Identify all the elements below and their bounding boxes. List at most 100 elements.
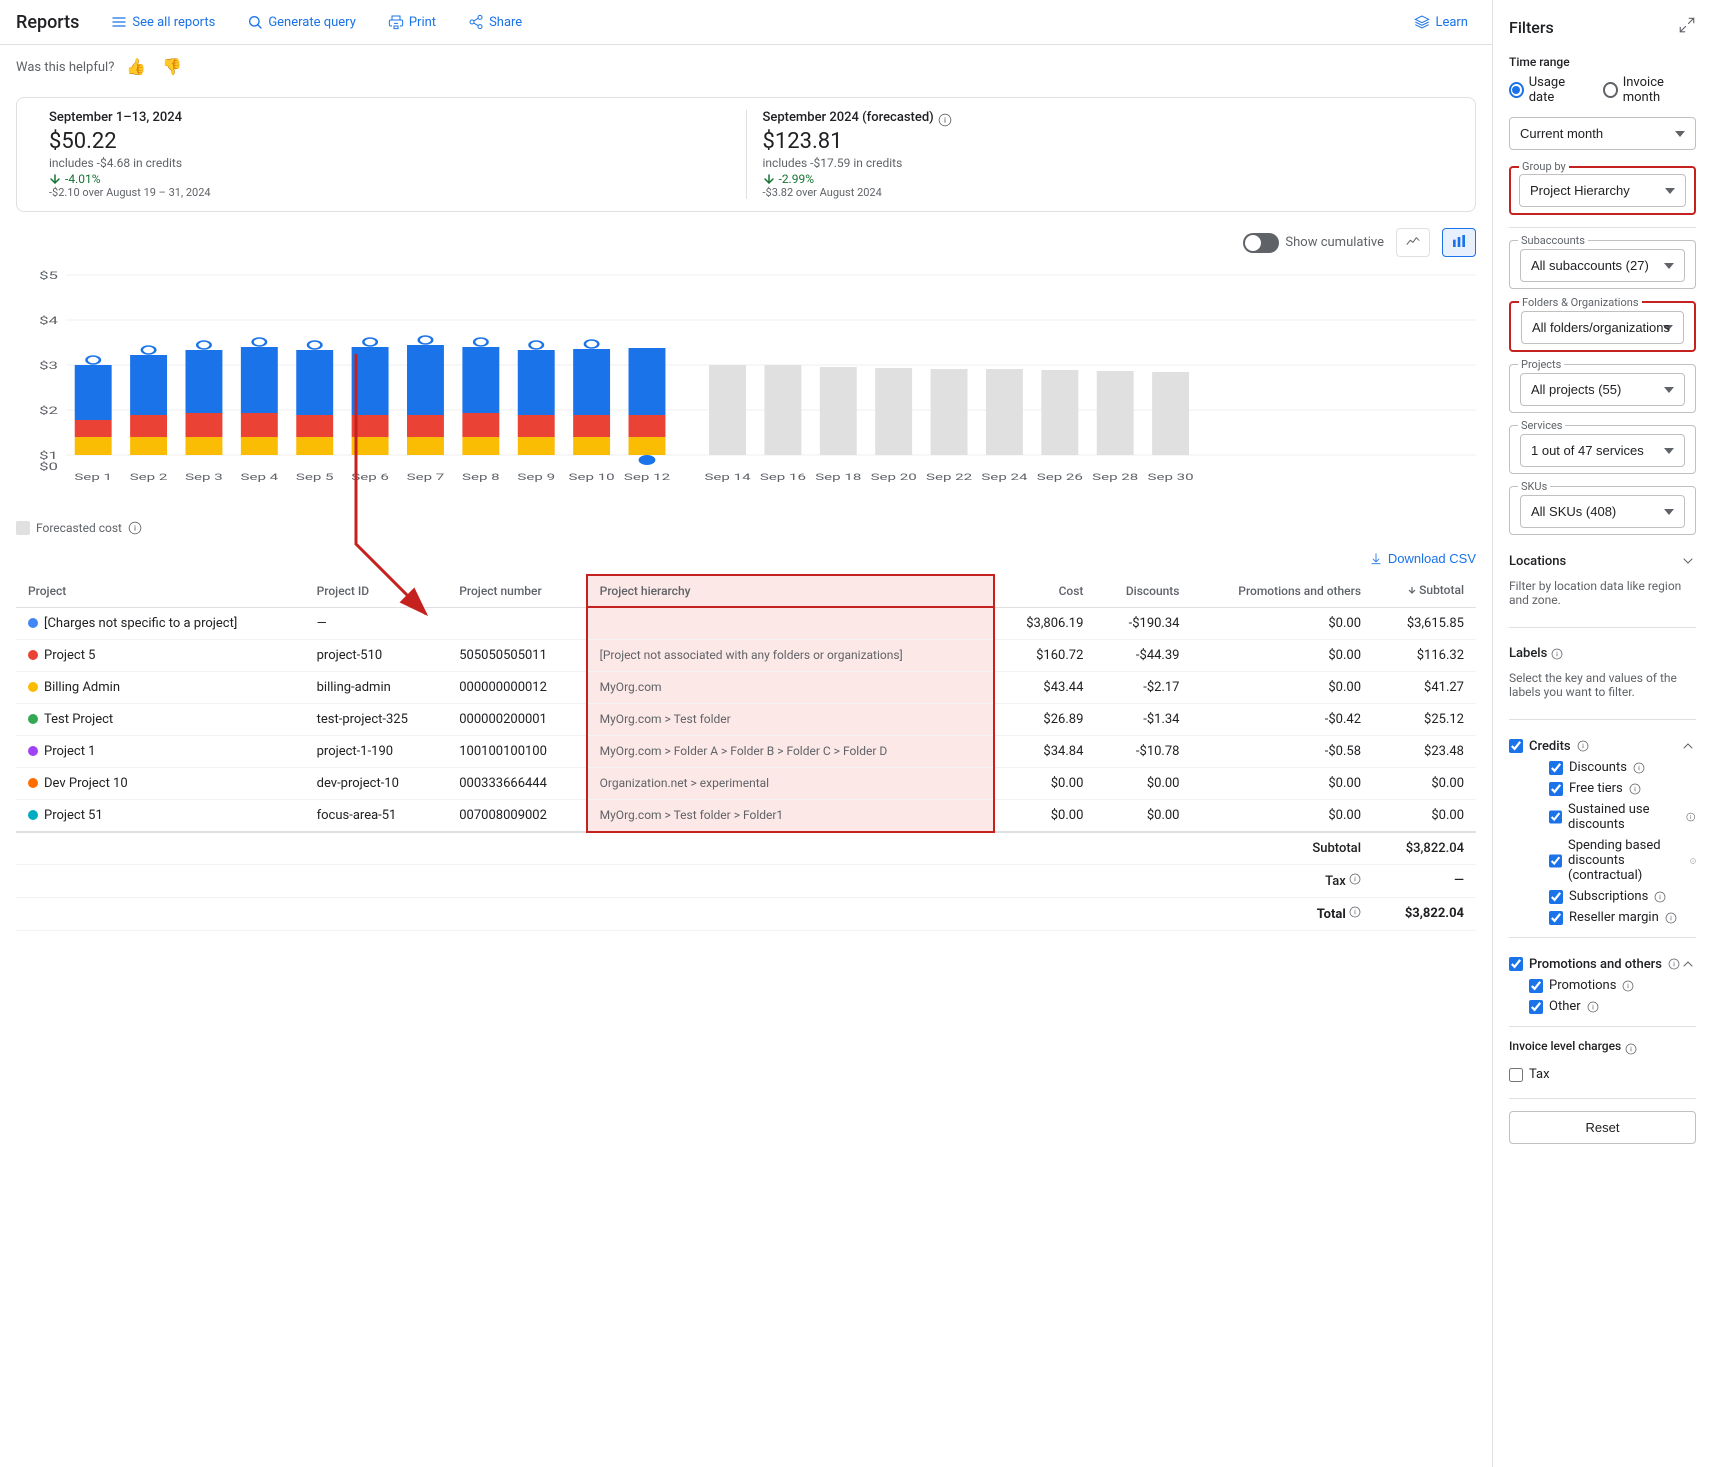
other-info-icon[interactable] (1587, 1001, 1599, 1013)
folders-select[interactable]: All folders/organizations (28) (1521, 311, 1684, 344)
promotions-chevron-up-icon (1680, 956, 1696, 972)
folders-label: Folders & Organizations (1519, 296, 1642, 309)
svg-text:$1: $1 (39, 450, 58, 462)
bar-chart-btn[interactable] (1442, 228, 1476, 257)
filters-title: Filters (1509, 18, 1554, 37)
current-month-group: Current month (1509, 117, 1696, 150)
col-subtotal: Subtotal (1373, 575, 1476, 607)
reseller-margin-checkbox[interactable] (1549, 911, 1563, 925)
forecasted-legend: Forecasted cost (0, 517, 1492, 543)
thumbs-down-button[interactable]: 👎 (158, 53, 186, 81)
tax-row: Tax — (16, 864, 1476, 897)
locations-accordion[interactable]: Locations (1509, 547, 1696, 575)
discounts-label: Discounts (1569, 760, 1627, 775)
usage-date-radio[interactable]: Usage date (1509, 75, 1587, 105)
query-icon (247, 14, 263, 30)
promotions-sub-checkbox[interactable] (1529, 979, 1543, 993)
print-link[interactable]: Print (380, 10, 444, 34)
download-icon (1369, 552, 1383, 566)
forecasted-summary-card: September 2024 (forecasted) $123.81 incl… (746, 110, 1460, 199)
skus-select[interactable]: All SKUs (408) (1520, 495, 1685, 528)
time-range-label: Time range (1509, 55, 1696, 69)
generate-query-link[interactable]: Generate query (239, 10, 364, 34)
discounts-checkbox[interactable] (1549, 761, 1563, 775)
current-month-select[interactable]: Current month (1509, 117, 1696, 150)
promotions-accordion[interactable]: Promotions and others (1509, 950, 1696, 978)
invoice-charges-info-icon[interactable] (1625, 1043, 1637, 1055)
free-tiers-label: Free tiers (1569, 781, 1623, 796)
free-tiers-checkbox[interactable] (1549, 782, 1563, 796)
tax-info-icon[interactable] (1349, 873, 1361, 885)
current-change-note: -$2.10 over August 19 – 31, 2024 (49, 186, 730, 199)
forecasted-amount: $123.81 (763, 129, 1444, 154)
forecasted-info-icon[interactable] (938, 113, 952, 127)
free-tiers-info-icon[interactable] (1629, 783, 1641, 795)
line-chart-btn[interactable] (1396, 228, 1430, 257)
sustained-use-info-icon[interactable] (1686, 811, 1696, 823)
time-range-section: Time range Usage date Invoice month Curr… (1509, 55, 1696, 150)
services-select[interactable]: 1 out of 47 services (1520, 434, 1685, 467)
labels-accordion[interactable]: Labels (1509, 640, 1696, 667)
thumbs-up-button[interactable]: 👍 (122, 53, 150, 81)
download-csv-button[interactable]: Download CSV (1369, 551, 1476, 566)
learn-link[interactable]: Learn (1406, 10, 1476, 34)
top-nav: Reports See all reports Generate query P… (0, 0, 1492, 45)
credits-checkbox[interactable] (1509, 739, 1523, 753)
forecasted-legend-info-icon[interactable] (128, 521, 142, 535)
table-actions: Download CSV (16, 543, 1476, 574)
promotions-sub-label: Promotions (1549, 978, 1616, 993)
svg-text:Sep 20: Sep 20 (871, 472, 917, 483)
show-cumulative-toggle[interactable]: Show cumulative (1243, 233, 1384, 253)
group-by-section: Group by Project Hierarchy (1509, 166, 1696, 215)
svg-text:Sep 8: Sep 8 (462, 472, 500, 483)
promotions-sub-row: Promotions (1529, 978, 1696, 993)
credits-checkbox-row: Credits (1509, 739, 1589, 754)
col-project: Project (16, 575, 305, 607)
reseller-margin-info-icon[interactable] (1665, 912, 1677, 924)
col-promotions: Promotions and others (1191, 575, 1373, 607)
discounts-sub-content: Free tiers Sustained use discounts Spend… (1529, 781, 1696, 925)
list-icon (111, 14, 127, 30)
labels-info-icon[interactable] (1551, 648, 1563, 660)
table-row: [Charges not specific to a project] — $3… (16, 607, 1476, 639)
spending-based-checkbox[interactable] (1549, 854, 1562, 868)
subaccounts-select[interactable]: All subaccounts (27) (1520, 249, 1685, 282)
subscriptions-row: Subscriptions (1549, 889, 1696, 904)
promotions-info-icon[interactable] (1668, 958, 1680, 970)
reset-button[interactable]: Reset (1509, 1111, 1696, 1144)
promotions-main-checkbox[interactable] (1509, 957, 1523, 971)
chart-controls: Show cumulative (0, 220, 1492, 265)
promotions-sub-info-icon[interactable] (1622, 980, 1634, 992)
invoice-month-radio[interactable]: Invoice month (1603, 75, 1696, 105)
sustained-use-checkbox[interactable] (1549, 810, 1562, 824)
page-title: Reports (16, 12, 79, 33)
locations-content: Filter by location data like region and … (1509, 575, 1696, 615)
tax-checkbox[interactable] (1509, 1068, 1523, 1082)
subscriptions-checkbox[interactable] (1549, 890, 1563, 904)
collapse-icon (1678, 16, 1696, 34)
projects-select[interactable]: All projects (55) (1520, 373, 1685, 406)
svg-text:Sep 14: Sep 14 (704, 472, 750, 483)
svg-text:Sep 6: Sep 6 (351, 472, 389, 483)
total-info-icon[interactable] (1349, 906, 1361, 918)
invoice-charges-label: Invoice level charges (1509, 1039, 1621, 1053)
other-row: Other (1529, 999, 1696, 1014)
labels-label: Labels (1509, 646, 1547, 661)
subscriptions-info-icon[interactable] (1654, 891, 1666, 903)
share-link[interactable]: Share (460, 10, 530, 34)
see-all-reports-link[interactable]: See all reports (103, 10, 223, 34)
spending-based-info-icon[interactable] (1690, 855, 1696, 867)
other-checkbox[interactable] (1529, 1000, 1543, 1014)
current-summary-card: September 1–13, 2024 $50.22 includes -$4… (33, 110, 746, 199)
group-by-select[interactable]: Project Hierarchy (1519, 174, 1686, 207)
col-project-id: Project ID (305, 575, 448, 607)
collapse-sidebar-button[interactable] (1678, 16, 1696, 39)
project-dot (28, 682, 38, 692)
chart-area: $5 $4 $3 $2 $1 $0 (0, 265, 1492, 517)
print-icon (388, 14, 404, 30)
credits-accordion[interactable]: Credits (1509, 732, 1696, 760)
discounts-info-icon[interactable] (1633, 762, 1645, 774)
current-amount: $50.22 (49, 129, 730, 154)
credits-chevron-up-icon (1680, 738, 1696, 754)
credits-info-icon[interactable] (1577, 740, 1589, 752)
